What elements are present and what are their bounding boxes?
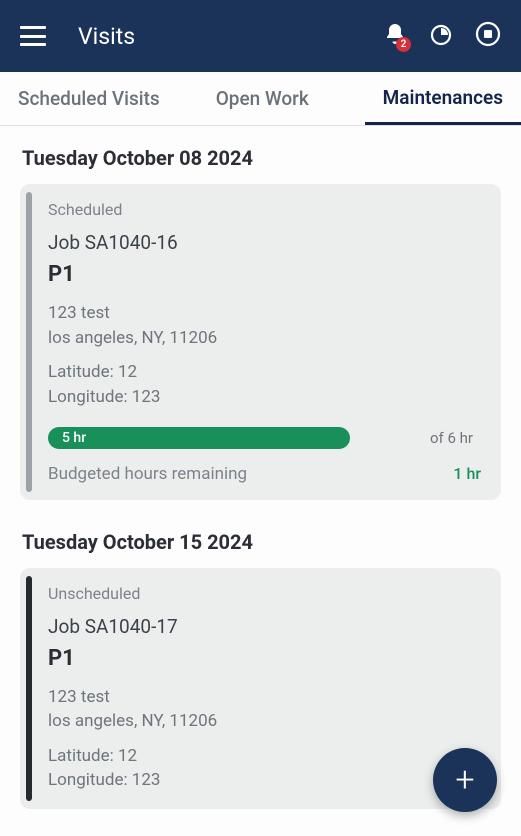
visit-status: Scheduled bbox=[48, 200, 481, 219]
address: 123 test los angeles, NY, 11206 bbox=[48, 685, 481, 734]
date-header: Tuesday October 15 2024 bbox=[0, 510, 521, 568]
timer-icon[interactable] bbox=[429, 22, 453, 50]
progress-bar: 5 hr of 6 hr bbox=[48, 426, 481, 450]
longitude: Longitude: 123 bbox=[48, 768, 481, 793]
coordinates: Latitude: 12 Longitude: 123 bbox=[48, 360, 481, 409]
add-button[interactable]: + bbox=[433, 748, 497, 812]
notification-badge: 2 bbox=[396, 37, 411, 52]
priority-label: P1 bbox=[48, 262, 481, 287]
menu-icon[interactable] bbox=[20, 26, 46, 46]
longitude: Longitude: 123 bbox=[48, 385, 481, 410]
tab-bar: Scheduled Visits Open Work Maintenances bbox=[0, 72, 521, 126]
latitude: Latitude: 12 bbox=[48, 360, 481, 385]
app-header: Visits 2 bbox=[0, 0, 521, 72]
address-line-2: los angeles, NY, 11206 bbox=[48, 326, 481, 351]
page-title: Visits bbox=[78, 23, 383, 50]
address-line-1: 123 test bbox=[48, 301, 481, 326]
job-number: Job SA1040-17 bbox=[48, 615, 481, 638]
progress-total: of 6 hr bbox=[412, 429, 481, 447]
card-accent bbox=[26, 576, 32, 802]
stop-icon[interactable] bbox=[475, 21, 501, 51]
budget-row: Budgeted hours remaining 1 hr bbox=[48, 464, 481, 484]
latitude: Latitude: 12 bbox=[48, 744, 481, 769]
visit-card[interactable]: Unscheduled Job SA1040-17 P1 123 test lo… bbox=[20, 568, 501, 810]
address-line-1: 123 test bbox=[48, 685, 481, 710]
visit-card[interactable]: Scheduled Job SA1040-16 P1 123 test los … bbox=[20, 184, 501, 500]
budget-value: 1 hr bbox=[453, 464, 481, 483]
date-header: Tuesday October 08 2024 bbox=[0, 126, 521, 184]
job-number: Job SA1040-16 bbox=[48, 231, 481, 254]
budget-label: Budgeted hours remaining bbox=[48, 464, 247, 484]
visit-status: Unscheduled bbox=[48, 584, 481, 603]
card-accent bbox=[26, 192, 32, 492]
header-actions: 2 bbox=[383, 21, 501, 51]
content-scroll[interactable]: Tuesday October 08 2024 Scheduled Job SA… bbox=[0, 126, 521, 836]
tab-scheduled-visits[interactable]: Scheduled Visits bbox=[0, 72, 178, 125]
progress-fill: 5 hr bbox=[48, 427, 350, 449]
priority-label: P1 bbox=[48, 646, 481, 671]
tab-open-work[interactable]: Open Work bbox=[198, 72, 327, 125]
tab-maintenances[interactable]: Maintenances bbox=[365, 72, 521, 125]
plus-icon: + bbox=[455, 760, 474, 800]
address: 123 test los angeles, NY, 11206 bbox=[48, 301, 481, 350]
notifications-icon[interactable]: 2 bbox=[383, 22, 407, 50]
address-line-2: los angeles, NY, 11206 bbox=[48, 709, 481, 734]
date-header: Tuesday October 22 2024 bbox=[0, 819, 521, 836]
coordinates: Latitude: 12 Longitude: 123 bbox=[48, 744, 481, 793]
